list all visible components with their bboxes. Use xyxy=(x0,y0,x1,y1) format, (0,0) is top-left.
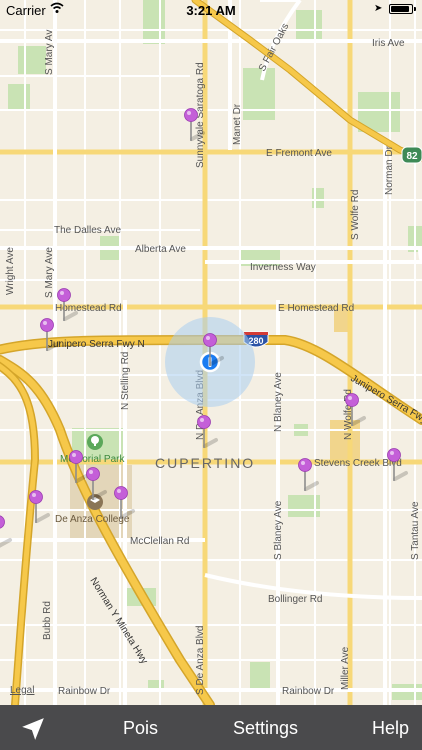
street-label: Wright Ave xyxy=(5,247,16,295)
park-area xyxy=(250,662,270,688)
settings-button[interactable]: Settings xyxy=(233,718,298,739)
street-label: S Tantau Ave xyxy=(410,501,421,560)
street-label: Junipero Serra Fwy N xyxy=(48,339,145,350)
park-area xyxy=(312,188,324,208)
city-label: CUPERTINO xyxy=(155,455,255,471)
street-label: McClellan Rd xyxy=(130,536,189,547)
street-label: N Blaney Ave xyxy=(273,372,284,432)
street-label: S Wolfe Rd xyxy=(350,190,361,240)
battery-icon xyxy=(389,4,416,14)
legal-link[interactable]: Legal xyxy=(10,685,34,696)
status-bar: Carrier 3:21 AM ➤ xyxy=(0,0,422,20)
location-arrow-icon: ➤ xyxy=(374,3,383,14)
street-label: Alberta Ave xyxy=(135,244,186,255)
route-82-shield: 82 xyxy=(401,146,422,164)
park-area xyxy=(18,46,46,74)
street-label: Iris Ave xyxy=(372,38,405,49)
street-label: S De Anza Blvd xyxy=(195,626,206,695)
street-label: N Stelling Rd xyxy=(120,352,131,410)
street-label: S Mary Av xyxy=(44,30,55,75)
street-label: E Fremont Ave xyxy=(266,148,332,159)
map-view[interactable]: S Mary Av S Fair Oaks Iris Ave Sunnyvale… xyxy=(0,0,422,705)
street-label: E Homestead Rd xyxy=(278,303,354,314)
street-label: S Blaney Ave xyxy=(273,500,284,560)
street-label: Bubb Rd xyxy=(42,601,53,640)
street-label: S Mary Ave xyxy=(44,247,55,298)
street-label: Stevens Creek Blvd xyxy=(314,458,402,469)
college-label: De Anza College xyxy=(55,514,130,525)
street-label: Miller Ave xyxy=(340,646,351,690)
street-label: The Dalles Ave xyxy=(54,225,122,236)
bottom-toolbar: Pois Settings Help xyxy=(0,705,422,750)
street-label: Rainbow Dr xyxy=(282,686,335,697)
street-label: Inverness Way xyxy=(250,262,316,273)
street-label: Manet Dr xyxy=(232,103,243,145)
map-pin-icon[interactable] xyxy=(0,515,12,549)
street-label: Norman Dr xyxy=(384,145,395,195)
clock: 3:21 AM xyxy=(186,3,236,18)
street-label: Rainbow Dr xyxy=(58,686,111,697)
park-area xyxy=(243,68,275,120)
street-label: Bollinger Rd xyxy=(268,594,322,605)
help-button[interactable]: Help xyxy=(372,718,409,739)
pois-button[interactable]: Pois xyxy=(123,718,158,739)
route-82-label: 82 xyxy=(406,151,418,162)
park-area xyxy=(8,84,30,110)
street-label: Homestead Rd xyxy=(55,303,122,314)
navigation-arrow-icon[interactable] xyxy=(20,716,46,742)
